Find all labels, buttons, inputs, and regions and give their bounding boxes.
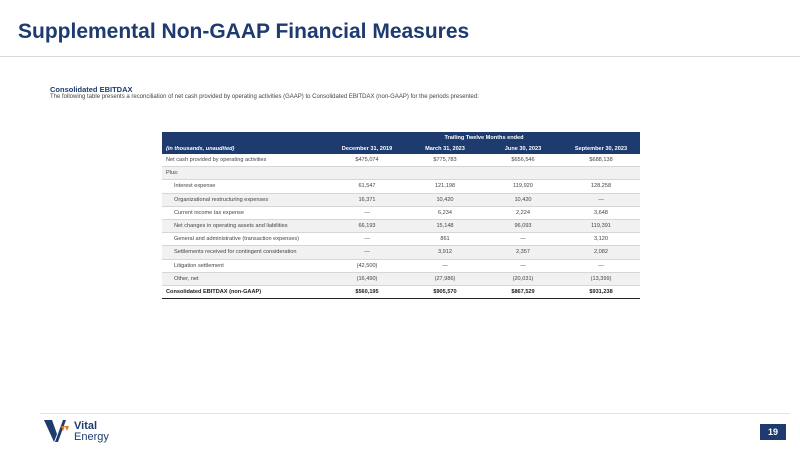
band-label: Trailing Twelve Months ended xyxy=(328,132,641,143)
cell-value: (16,490) xyxy=(328,272,406,286)
cell-value: — xyxy=(406,259,484,273)
table-row: Litigation settlement (42,500) — — — xyxy=(162,259,641,273)
column-header: March 31, 2023 xyxy=(406,143,484,154)
cell-value: (42,500) xyxy=(328,259,406,273)
cell-value: 6,234 xyxy=(406,206,484,220)
cell-value: 119,920 xyxy=(484,179,562,194)
row-label: Plus: xyxy=(162,166,328,181)
label-column-header: (in thousands, unaudited) xyxy=(162,143,328,154)
cell-value: — xyxy=(562,259,641,273)
table-row: Net cash provided by operating activitie… xyxy=(162,154,641,168)
column-header: December 31, 2019 xyxy=(328,143,406,154)
cell-value: 119,391 xyxy=(562,219,641,234)
row-label: Organizational restructuring expenses xyxy=(162,193,328,207)
table-row: Organizational restructuring expenses 16… xyxy=(162,193,641,207)
cell-value: 2,224 xyxy=(484,206,562,220)
title-divider xyxy=(0,56,800,57)
cell-value: 3,120 xyxy=(562,232,641,247)
cell-value: 10,420 xyxy=(484,193,562,207)
band-spacer xyxy=(162,132,328,143)
cell-value: 10,420 xyxy=(406,193,484,207)
row-label: Other, net xyxy=(162,272,328,286)
cell-value: 2,357 xyxy=(484,245,562,260)
cell-value: — xyxy=(328,245,406,260)
table-row: Net changes in operating assets and liab… xyxy=(162,219,641,234)
cell-value: — xyxy=(484,259,562,273)
vital-energy-logo-icon xyxy=(44,420,69,442)
cell-value: 15,148 xyxy=(406,219,484,234)
row-label: Current income tax expense xyxy=(162,206,328,220)
cell-value xyxy=(562,166,641,181)
table-row: Settlements received for contingent cons… xyxy=(162,245,641,260)
row-label: Net changes in operating assets and liab… xyxy=(162,219,328,234)
logo-wordmark-energy: Energy xyxy=(74,431,109,443)
cell-value: 128,258 xyxy=(562,179,641,194)
cell-value xyxy=(484,166,562,181)
total-value: $560,195 xyxy=(328,284,406,300)
table-row: Other, net (16,490) (27,986) (20,031) (1… xyxy=(162,272,641,286)
cell-value: 3,912 xyxy=(406,245,484,260)
row-label: Settlements received for contingent cons… xyxy=(162,245,328,260)
section-heading: Consolidated EBITDAX xyxy=(50,85,133,94)
page-title: Supplemental Non-GAAP Financial Measures xyxy=(18,20,470,43)
total-label: Consolidated EBITDAX (non-GAAP) xyxy=(162,284,328,300)
cell-value: (20,031) xyxy=(484,272,562,286)
table-total-row: Consolidated EBITDAX (non-GAAP) $560,195… xyxy=(162,284,641,300)
cell-value: — xyxy=(562,193,641,207)
cell-value: $775,783 xyxy=(406,154,484,168)
table-row: Plus: xyxy=(162,166,641,181)
table-row: Current income tax expense — 6,234 2,224… xyxy=(162,206,641,220)
table-row: General and administrative (transaction … xyxy=(162,232,641,247)
cell-value: — xyxy=(328,206,406,220)
cell-value: 61,547 xyxy=(328,179,406,194)
cell-value: 861 xyxy=(406,232,484,247)
row-label: Net cash provided by operating activitie… xyxy=(162,154,328,168)
cell-value: $688,138 xyxy=(562,154,641,168)
cell-value: — xyxy=(484,232,562,247)
section-description: The following table presents a reconcili… xyxy=(50,94,479,100)
cell-value: 3,648 xyxy=(562,206,641,220)
total-value: $931,238 xyxy=(562,284,641,300)
row-label: Interest expense xyxy=(162,179,328,194)
vital-energy-logo: Vital Energy xyxy=(44,419,164,445)
total-value: $905,570 xyxy=(406,284,484,300)
table-band-row: Trailing Twelve Months ended xyxy=(162,132,641,143)
total-value: $867,529 xyxy=(484,284,562,300)
footer-divider xyxy=(40,413,790,414)
table-row: Interest expense 61,547 121,198 119,920 … xyxy=(162,179,641,194)
cell-value: 121,198 xyxy=(406,179,484,194)
cell-value: 2,082 xyxy=(562,245,641,260)
cell-value: $475,074 xyxy=(328,154,406,168)
cell-value: — xyxy=(328,232,406,247)
cell-value: $656,546 xyxy=(484,154,562,168)
column-header: June 30, 2023 xyxy=(484,143,562,154)
cell-value: (13,399) xyxy=(562,272,641,286)
cell-value: 96,093 xyxy=(484,219,562,234)
page-number: 19 xyxy=(760,424,786,440)
cell-value xyxy=(328,166,406,181)
row-label: General and administrative (transaction … xyxy=(162,232,328,247)
cell-value xyxy=(406,166,484,181)
cell-value: 66,193 xyxy=(328,219,406,234)
cell-value: (27,986) xyxy=(406,272,484,286)
ebitdax-reconciliation-table: Trailing Twelve Months ended (in thousan… xyxy=(162,132,641,300)
cell-value: 16,371 xyxy=(328,193,406,207)
row-label: Litigation settlement xyxy=(162,259,328,273)
table-header-row: (in thousands, unaudited) December 31, 2… xyxy=(162,143,641,154)
column-header: September 30, 2023 xyxy=(562,143,641,154)
